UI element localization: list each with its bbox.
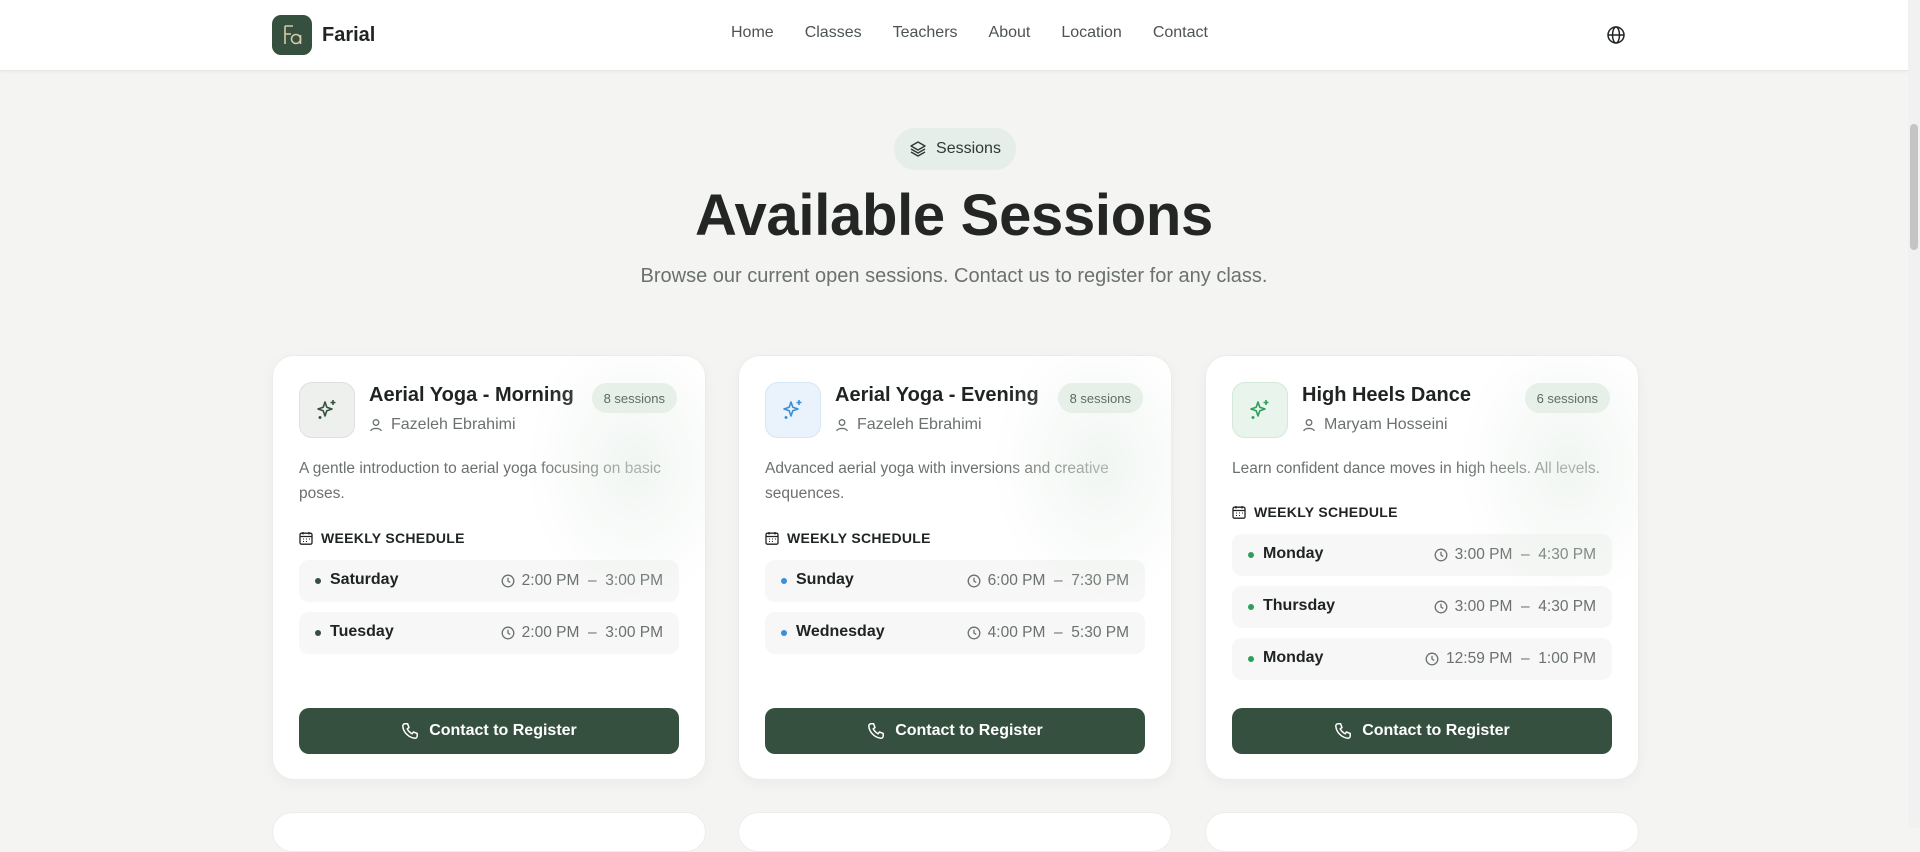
bullet-dot (1248, 656, 1254, 662)
clock-icon (501, 626, 515, 640)
schedule-time: 3:00 PM – 4:30 PM (1434, 546, 1596, 564)
schedule-time: 12:59 PM – 1:00 PM (1425, 650, 1596, 668)
main-nav: Home Classes Teachers About Location Con… (731, 24, 1239, 42)
card-title: Aerial Yoga - Morning (369, 384, 574, 406)
card-title: High Heels Dance (1302, 384, 1471, 406)
brand[interactable]: Farial (272, 15, 375, 55)
clock-icon (1425, 652, 1439, 666)
schedule-day: Thursday (1263, 597, 1336, 614)
schedule-time: 2:00 PM – 3:00 PM (501, 624, 663, 642)
schedule-row: Wednesday 4:00 PM – 5:30 PM (765, 612, 1145, 654)
globe-icon[interactable] (1606, 25, 1626, 45)
schedule-row: Monday 3:00 PM – 4:30 PM (1232, 534, 1612, 576)
calendar-icon (1232, 506, 1246, 519)
user-icon (1303, 419, 1315, 432)
contact-to-register-button[interactable]: Contact to Register (299, 708, 679, 754)
card-description: Learn confident dance moves in high heel… (1232, 460, 1600, 477)
pill-label: Sessions (936, 140, 1001, 157)
sessions-pill: Sessions (894, 128, 1016, 170)
phone-icon (402, 723, 419, 739)
clock-icon (1434, 600, 1448, 614)
bullet-dot (781, 630, 787, 636)
sparkles-icon (1232, 382, 1288, 438)
schedule-row: Saturday 2:00 PM – 3:00 PM (299, 560, 679, 602)
card-description: A gentle introduction to aerial yoga foc… (299, 460, 661, 502)
session-card: High Heels Dance Maryam Hosseini 6 sessi… (1205, 355, 1639, 780)
session-card-partial (1205, 812, 1639, 852)
teacher-name: Fazeleh Ebrahimi (857, 416, 982, 433)
nav-contact[interactable]: Contact (1153, 24, 1208, 42)
teacher-name: Maryam Hosseini (1324, 416, 1448, 433)
card-description: Advanced aerial yoga with inversions and… (765, 460, 1109, 502)
phone-icon (1335, 723, 1352, 739)
teacher-line: Maryam Hosseini (1302, 416, 1448, 434)
schedule-day: Sunday (796, 571, 854, 588)
user-icon (370, 419, 382, 432)
page-subtitle: Browse our current open sessions. Contac… (640, 265, 1268, 287)
card-title: Aerial Yoga - Evening (835, 384, 1039, 406)
schedule-row: Monday 12:59 PM – 1:00 PM (1232, 638, 1612, 680)
session-card: Aerial Yoga - Evening Fazeleh Ebrahimi 8… (738, 355, 1172, 780)
sessions-badge: 8 sessions (591, 383, 677, 413)
bullet-dot (315, 578, 321, 584)
schedule-time: 2:00 PM – 3:00 PM (501, 572, 663, 590)
nav-home[interactable]: Home (731, 24, 774, 42)
clock-icon (967, 626, 981, 640)
nav-about[interactable]: About (989, 24, 1031, 42)
sessions-badge: 6 sessions (1524, 383, 1610, 413)
schedule-day: Monday (1263, 545, 1324, 562)
schedule-row: Sunday 6:00 PM – 7:30 PM (765, 560, 1145, 602)
session-card-partial (272, 812, 706, 852)
site-header: Farial Home Classes Teachers About Locat… (0, 0, 1908, 71)
teacher-line: Fazeleh Ebrahimi (835, 416, 982, 434)
schedule-day: Tuesday (330, 623, 394, 640)
session-card: Aerial Yoga - Morning Fazeleh Ebrahimi 8… (272, 355, 706, 780)
teacher-name: Fazeleh Ebrahimi (391, 416, 516, 433)
schedule-time: 4:00 PM – 5:30 PM (967, 624, 1129, 642)
nav-location[interactable]: Location (1061, 24, 1122, 42)
page-title: Available Sessions (695, 183, 1213, 248)
session-card-partial (738, 812, 1172, 852)
schedule-row: Thursday 3:00 PM – 4:30 PM (1232, 586, 1612, 628)
contact-to-register-button[interactable]: Contact to Register (1232, 708, 1612, 754)
phone-icon (868, 723, 885, 739)
brand-name: Farial (322, 23, 376, 46)
layers-icon (910, 141, 926, 157)
user-icon (836, 419, 848, 432)
schedule-heading: WEEKLY SCHEDULE (1232, 504, 1398, 520)
bullet-dot (315, 630, 321, 636)
teacher-line: Fazeleh Ebrahimi (369, 416, 516, 434)
schedule-time: 3:00 PM – 4:30 PM (1434, 598, 1596, 616)
page-scrollbar[interactable] (1908, 0, 1920, 828)
brand-logo (272, 15, 312, 55)
contact-to-register-button[interactable]: Contact to Register (765, 708, 1145, 754)
calendar-icon (299, 532, 313, 545)
bullet-dot (781, 578, 787, 584)
schedule-time: 6:00 PM – 7:30 PM (967, 572, 1129, 590)
schedule-day: Monday (1263, 649, 1324, 666)
bullet-dot (1248, 604, 1254, 610)
schedule-row: Tuesday 2:00 PM – 3:00 PM (299, 612, 679, 654)
schedule-day: Saturday (330, 571, 399, 588)
bullet-dot (1248, 552, 1254, 558)
schedule-heading: WEEKLY SCHEDULE (299, 530, 465, 546)
sessions-badge: 8 sessions (1057, 383, 1143, 413)
calendar-icon (765, 532, 779, 545)
clock-icon (501, 574, 515, 588)
scrollbar-thumb[interactable] (1910, 124, 1918, 250)
sparkles-icon (299, 382, 355, 438)
schedule-day: Wednesday (796, 623, 885, 640)
nav-classes[interactable]: Classes (805, 24, 862, 42)
sparkles-icon (765, 382, 821, 438)
nav-teachers[interactable]: Teachers (893, 24, 958, 42)
clock-icon (1434, 548, 1448, 562)
schedule-heading: WEEKLY SCHEDULE (765, 530, 931, 546)
clock-icon (967, 574, 981, 588)
